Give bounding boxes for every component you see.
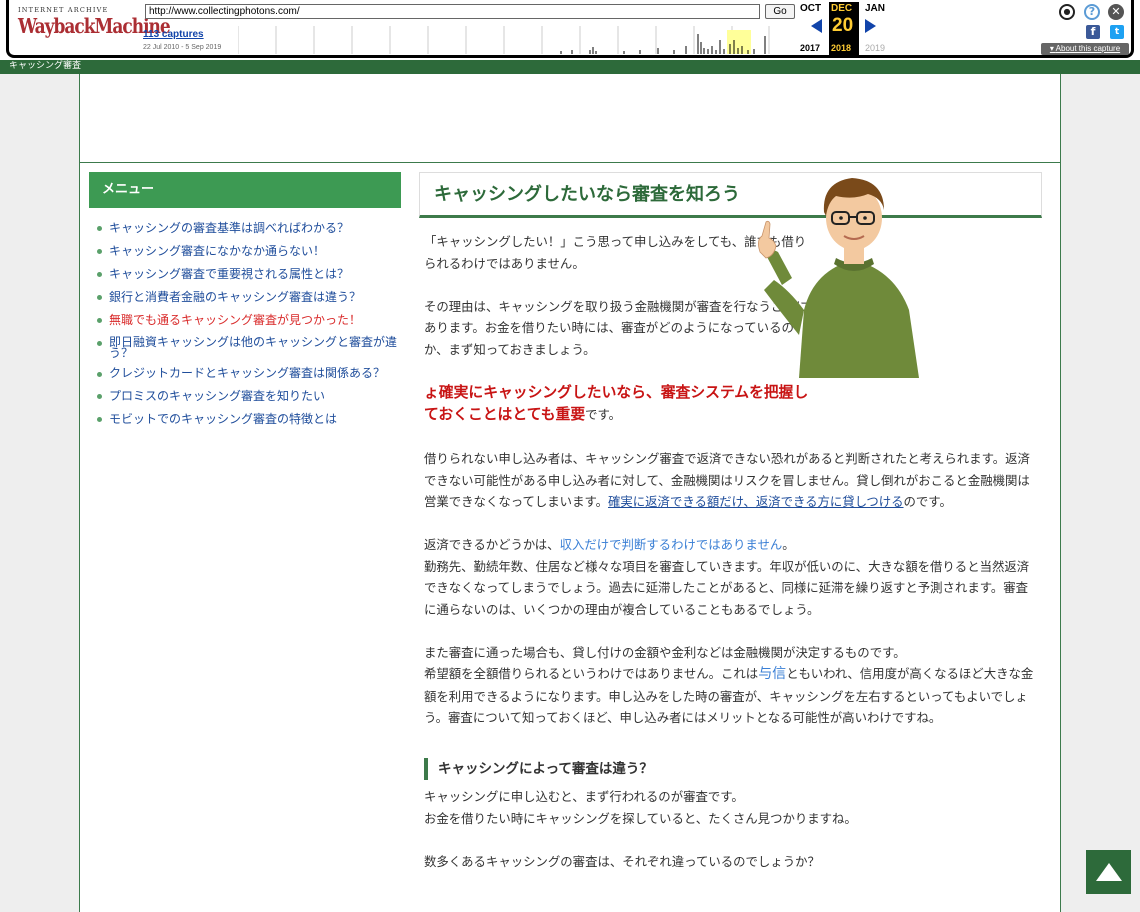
sidebar-item[interactable]: クレジットカードとキャッシング審査は関係ある？ — [89, 367, 401, 381]
next-month-label[interactable]: JAN — [865, 3, 885, 14]
capture-sparkline[interactable] — [238, 22, 770, 54]
inline-link[interactable]: 確実に返済できる額だけ、返済できる方に貸しつける — [608, 494, 904, 509]
site-title[interactable]: キャッシング審査 — [9, 61, 81, 71]
logo-top-text: INTERNET ARCHIVE — [18, 6, 109, 14]
emphasis-paragraph: ょ確実にキャッシングしたいなら、審査システムを把握しておくことはとても重要です。 — [424, 382, 809, 427]
twitter-icon[interactable]: t — [1110, 25, 1124, 39]
calendar-navigator: OCT 2017 DEC 20 2018 JAN 2019 — [797, 2, 889, 58]
user-icon[interactable]: ● — [1059, 4, 1075, 20]
highlight-text: 収入だけで判断するわけではありません — [559, 537, 783, 552]
url-input[interactable]: http://www.collectingphotons.com/ — [145, 4, 760, 19]
about-capture-button[interactable]: ▾ About this capture — [1041, 43, 1129, 55]
text-span: 。 — [782, 537, 795, 552]
paragraph: 希望額を全額借りられるというわけではありません。これは与信ともいわれ、信用度が高… — [424, 663, 1040, 729]
paragraph: 借りられない申し込み者は、キャッシング審査で返済できない恐れがあると判断されたと… — [424, 448, 1040, 513]
highlight-text: 与信 — [758, 666, 787, 682]
paragraph: また審査に通った場合も、貸し付けの金額や金利などは金融機関が決定するものです。 — [424, 644, 906, 660]
about-capture-label: About this capture — [1055, 44, 1121, 53]
current-day-label: 20 — [832, 15, 854, 36]
paragraph: キャッシングに申し込むと、まず行われるのが審査です。 — [424, 789, 744, 804]
sidebar-item-active[interactable]: 無職でも通るキャッシング審査が見つかった！ — [89, 314, 401, 327]
back-to-top-button[interactable] — [1086, 850, 1131, 894]
sidebar-heading: メニュー — [89, 172, 401, 208]
go-button[interactable]: Go — [765, 4, 795, 19]
text-span: のです。 — [903, 494, 952, 509]
sidebar-item[interactable]: モビットでのキャッシング審査の特徴とは — [89, 413, 401, 426]
wayback-toolbar: INTERNET ARCHIVE WaybackMachine http://w… — [0, 0, 1140, 60]
sidebar-item[interactable]: プロミスのキャッシング審査を知りたい — [89, 390, 401, 403]
page-title: キャッシングしたいなら審査を知ろう — [419, 172, 1042, 218]
captures-link[interactable]: 113 captures — [143, 29, 204, 40]
sidebar-item[interactable]: 即日融資キャッシングは他のキャッシングと審査が違う？ — [89, 336, 401, 359]
next-capture-arrow-icon[interactable] — [865, 19, 876, 33]
sidebar-item[interactable]: キャッシングの審査基準は調べればわかる？ — [89, 222, 401, 235]
paragraph: 返済できるかどうかは、収入だけで判断するわけではありません。 — [424, 534, 1040, 556]
next-year-label[interactable]: 2019 — [865, 43, 885, 53]
sidebar-item[interactable]: 銀行と消費者金融のキャッシング審査は違う？ — [89, 291, 401, 304]
sidebar-item[interactable]: キャッシング審査になかなか通らない！ — [89, 245, 401, 258]
current-month-label: DEC — [831, 3, 853, 14]
emphasis-tail: です。 — [585, 407, 622, 422]
sidebar-menu: キャッシングの審査基準は調べればわかる？ キャッシング審査になかなか通らない！ … — [89, 222, 401, 426]
wayback-logo[interactable]: INTERNET ARCHIVE WaybackMachine — [18, 6, 171, 39]
capture-date-range: 22 Jul 2010 - 5 Sep 2019 — [143, 44, 222, 51]
prev-month-label[interactable]: OCT — [800, 3, 821, 14]
close-icon[interactable]: ✕ — [1108, 4, 1124, 20]
text-span: 希望額を全額借りられるというわけではありません。これは — [424, 666, 759, 681]
section-heading: キャッシングによって審査は違う？ — [424, 758, 1040, 780]
current-capture: DEC 20 2018 — [829, 2, 859, 56]
sidebar-item[interactable]: キャッシング審査で重要視される属性とは？ — [89, 268, 401, 281]
paragraph: 勤務先、勤続年数、住居など様々な項目を審査していきます。年収が低いのに、大きな額… — [424, 558, 1030, 617]
paragraph: 数多くあるキャッシングの審査は、それぞれ違っているのでしょうか？ — [424, 853, 820, 869]
sidebar: メニュー キャッシングの審査基準は調べればわかる？ キャッシング審査になかなか通… — [89, 172, 401, 436]
article-body: 「キャッシングしたい！」こう思って申し込みをしても、誰でも借りられるわけではあり… — [424, 231, 1040, 872]
man-pointing-illustration — [758, 178, 919, 378]
main-content: キャッシングしたいなら審査を知ろう 「キャッシングしたい！」こう思って申し込みを… — [419, 172, 1042, 869]
logo-main-text: WaybackMachine — [18, 15, 171, 39]
prev-year-label[interactable]: 2017 — [800, 43, 820, 53]
paragraph: お金を借りたい時にキャッシングを探していると、たくさん見つかりますね。 — [424, 810, 857, 826]
help-icon[interactable]: ? — [1084, 4, 1100, 20]
site-title-strip: キャッシング審査 — [0, 60, 1140, 74]
current-year-label: 2018 — [831, 43, 852, 53]
facebook-icon[interactable]: f — [1086, 25, 1100, 39]
text-span: 返済できるかどうかは、 — [424, 537, 560, 552]
prev-capture-arrow-icon[interactable] — [811, 19, 822, 33]
